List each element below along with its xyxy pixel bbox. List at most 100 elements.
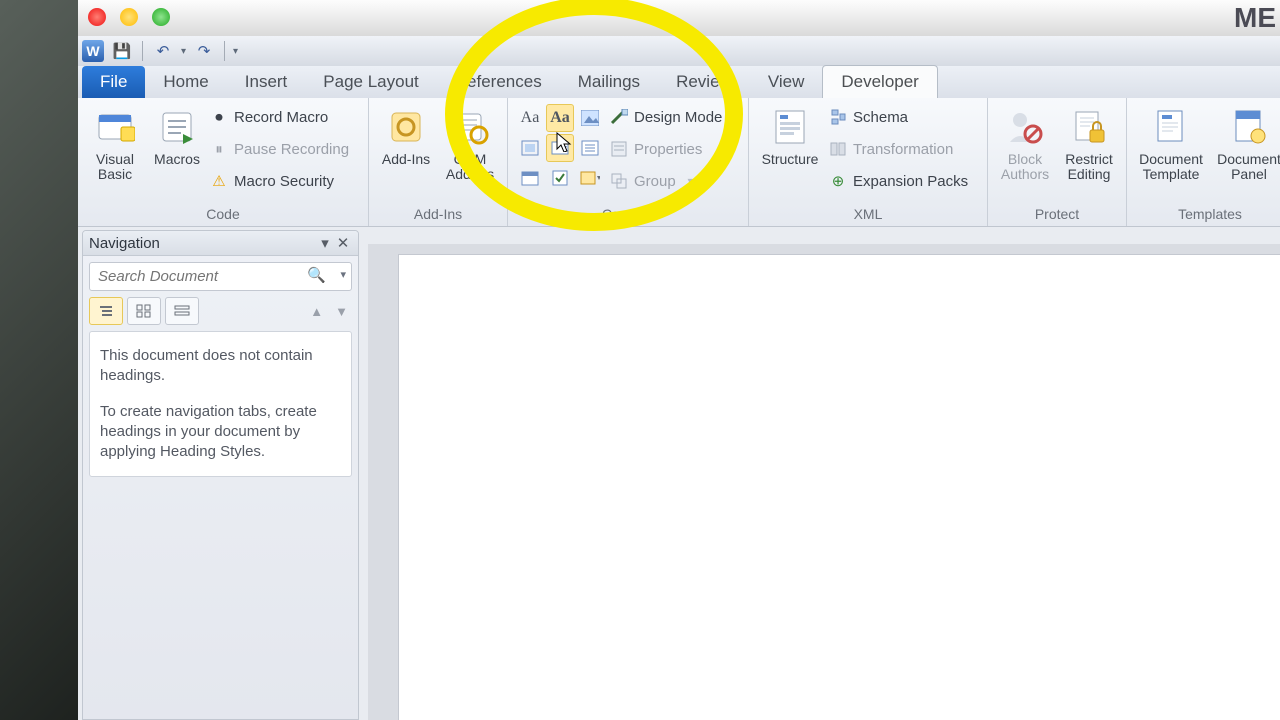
group-xml: Structure Schema: [749, 98, 988, 226]
visual-basic-button[interactable]: Visual Basic: [86, 102, 144, 182]
structure-label: Structure: [762, 152, 819, 167]
pause-recording-label: Pause Recording: [234, 141, 349, 158]
pause-recording-button: ⏸ Pause Recording: [210, 136, 360, 162]
search-icon[interactable]: 🔍: [307, 266, 326, 284]
nav-prev[interactable]: ▲: [306, 304, 327, 319]
group-controls: Aa Aa: [508, 98, 749, 226]
tab-insert[interactable]: Insert: [227, 66, 306, 98]
nav-next[interactable]: ▼: [331, 304, 352, 319]
addins-label: Add-Ins: [382, 152, 430, 167]
group-code-label: Code: [86, 203, 360, 226]
group-controls-label: Controls: [516, 203, 740, 226]
navigation-pane: Navigation ▾ ✕ 🔍 ▾: [82, 230, 359, 720]
qat-customize[interactable]: ▾: [233, 46, 238, 57]
plain-text-control[interactable]: Aa: [546, 104, 574, 132]
legacy-tools[interactable]: [576, 164, 604, 192]
tab-view[interactable]: View: [750, 66, 823, 98]
picture-control[interactable]: [576, 104, 604, 132]
restrict-editing-button[interactable]: Restrict Editing: [1060, 102, 1118, 182]
tab-file[interactable]: File: [82, 66, 145, 98]
properties-icon: [610, 140, 628, 158]
building-block-control[interactable]: [516, 134, 544, 162]
chevron-down-icon: ▼: [686, 176, 695, 186]
checkbox-control[interactable]: [546, 164, 574, 192]
transformation-label: Transformation: [853, 141, 953, 158]
date-picker-control[interactable]: [516, 164, 544, 192]
addins-icon: [385, 106, 427, 148]
tab-home[interactable]: Home: [145, 66, 226, 98]
navigation-empty-line1: This document does not contain headings.: [100, 346, 341, 386]
undo-button[interactable]: ↶: [151, 39, 175, 63]
restrict-editing-label: Restrict Editing: [1065, 152, 1112, 182]
navigation-dropdown[interactable]: ▾: [316, 234, 334, 252]
tab-developer[interactable]: Developer: [822, 65, 938, 98]
design-mode-icon: [610, 108, 628, 126]
group-button: Group ▼: [610, 168, 740, 194]
group-templates: Document Template Document Panel Templat…: [1127, 98, 1280, 226]
desktop-background: [0, 0, 78, 720]
ribbon-tabs: File Home Insert Page Layout References …: [78, 66, 1280, 98]
block-authors-label: Block Authors: [1001, 152, 1049, 182]
visual-basic-label: Visual Basic: [96, 152, 134, 182]
nav-mode-results[interactable]: [165, 297, 199, 325]
qat-separator: [142, 41, 143, 61]
controls-gallery: Aa Aa: [516, 102, 604, 192]
document-area: [368, 244, 1280, 720]
nav-mode-headings[interactable]: [89, 297, 123, 325]
expansion-packs-label: Expansion Packs: [853, 173, 968, 190]
document-panel-button[interactable]: Document Panel: [1213, 102, 1280, 182]
group-label: Group: [634, 173, 676, 190]
word-icon: W: [82, 40, 104, 62]
document-page[interactable]: [398, 254, 1280, 720]
macros-button[interactable]: Macros: [150, 102, 204, 167]
search-options-dropdown[interactable]: ▾: [340, 268, 346, 281]
undo-dropdown[interactable]: ▾: [181, 46, 186, 57]
nav-mode-pages[interactable]: [127, 297, 161, 325]
macro-security-button[interactable]: ⚠ Macro Security: [210, 168, 360, 194]
window-zoom-button[interactable]: [152, 8, 170, 26]
document-template-button[interactable]: Document Template: [1135, 102, 1207, 182]
com-addins-button[interactable]: COM Add-Ins: [441, 102, 499, 182]
navigation-title: Navigation: [89, 235, 160, 252]
navigation-empty-card: This document does not contain headings.…: [89, 331, 352, 477]
group-code: Visual Basic Macros ⏺ Record Macro: [78, 98, 369, 226]
window-close-button[interactable]: [88, 8, 106, 26]
macro-security-label: Macro Security: [234, 173, 334, 190]
warning-icon: ⚠: [210, 172, 228, 190]
design-mode-button[interactable]: Design Mode: [610, 104, 740, 130]
redo-button[interactable]: ↷: [192, 39, 216, 63]
group-addins-label: Add-Ins: [377, 203, 499, 226]
document-panel-label: Document Panel: [1217, 152, 1280, 182]
document-panel-icon: [1228, 106, 1270, 148]
structure-button[interactable]: Structure: [757, 102, 823, 167]
tab-review[interactable]: Review: [658, 66, 750, 98]
record-macro-label: Record Macro: [234, 109, 328, 126]
record-macro-button[interactable]: ⏺ Record Macro: [210, 104, 360, 130]
macros-label: Macros: [154, 152, 200, 167]
expansion-packs-button[interactable]: ⊕ Expansion Packs: [829, 168, 979, 194]
quick-access-toolbar: W 💾 ↶ ▾ ↷ ▾: [78, 36, 1280, 67]
addins-button[interactable]: Add-Ins: [377, 102, 435, 167]
group-protect: Block Authors Restrict Editing Protect: [988, 98, 1127, 226]
group-templates-label: Templates: [1135, 203, 1280, 226]
tab-references[interactable]: References: [437, 66, 560, 98]
schema-button[interactable]: Schema: [829, 104, 979, 130]
properties-label: Properties: [634, 141, 702, 158]
schema-icon: [829, 108, 847, 126]
save-button[interactable]: 💾: [110, 39, 134, 63]
tab-page-layout[interactable]: Page Layout: [305, 66, 436, 98]
window-minimize-button[interactable]: [120, 8, 138, 26]
properties-button: Properties: [610, 136, 740, 162]
structure-icon: [769, 106, 811, 148]
block-authors-button[interactable]: Block Authors: [996, 102, 1054, 182]
tab-mailings[interactable]: Mailings: [560, 66, 658, 98]
rich-text-control[interactable]: Aa: [516, 104, 544, 132]
group-icon: [610, 172, 628, 190]
record-macro-icon: ⏺: [210, 108, 228, 126]
expansion-packs-icon: ⊕: [829, 172, 847, 190]
com-addins-icon: [449, 106, 491, 148]
navigation-close[interactable]: ✕: [334, 234, 352, 252]
navigation-empty-line2: To create navigation tabs, create headin…: [100, 402, 341, 462]
dropdown-list-control[interactable]: [576, 134, 604, 162]
combo-box-control[interactable]: [546, 134, 574, 162]
